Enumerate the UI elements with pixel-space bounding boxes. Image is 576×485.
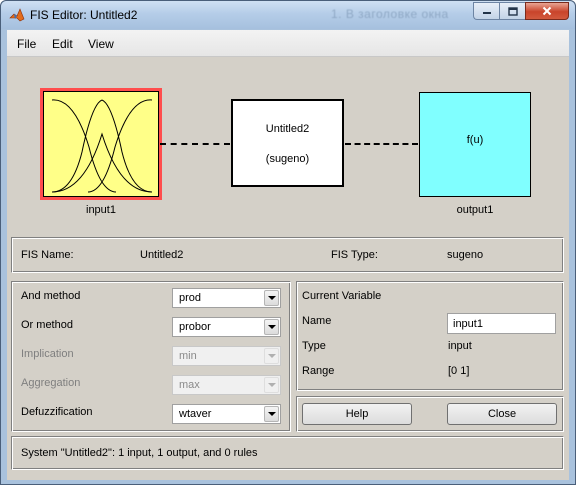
chevron-down-icon: [264, 348, 279, 364]
menu-view[interactable]: View: [88, 37, 114, 51]
minimize-icon: [482, 12, 491, 14]
output-connector: [345, 143, 418, 145]
minimize-button[interactable]: [473, 2, 499, 20]
buttons-panel: Help Close: [296, 396, 564, 432]
system-box[interactable]: Untitled2 (sugeno): [231, 99, 344, 187]
implication-label: Implication: [21, 348, 74, 360]
current-variable-header: Current Variable: [302, 290, 382, 302]
fis-editor-window: FIS Editor: Untitled2 1. В заголовке окн…: [0, 0, 576, 485]
variable-type-value: input: [448, 340, 472, 352]
status-text: System "Untitled2": 1 input, 1 output, a…: [21, 447, 258, 459]
editor-client-area: File Edit View input1 Untitled2 (sugeno): [7, 30, 569, 480]
help-button[interactable]: Help: [302, 403, 412, 425]
variable-name-value: input1: [453, 318, 483, 330]
defuzzification-select[interactable]: wtaver: [172, 404, 281, 424]
aggregation-value: max: [179, 379, 200, 391]
menu-edit[interactable]: Edit: [52, 37, 73, 51]
maximize-icon: [507, 6, 518, 16]
variable-range-value: [0 1]: [448, 365, 470, 377]
close-button[interactable]: Close: [447, 403, 557, 425]
menu-bar: File Edit View: [7, 30, 569, 57]
aggregation-label: Aggregation: [21, 377, 81, 389]
variable-range-label: Range: [302, 365, 335, 377]
and-method-label: And method: [21, 290, 81, 302]
or-method-label: Or method: [21, 319, 73, 331]
title-bar[interactable]: FIS Editor: Untitled2 1. В заголовке окн…: [1, 1, 575, 29]
fis-name-value: Untitled2: [140, 249, 184, 261]
implication-select: min: [172, 346, 281, 366]
window-controls: [473, 2, 569, 20]
window-title: FIS Editor: Untitled2: [30, 8, 138, 22]
or-method-value: probor: [179, 321, 211, 333]
current-variable-panel: Current Variable Name input1 Type input …: [296, 281, 564, 391]
variable-type-label: Type: [302, 340, 326, 352]
matlab-icon: [9, 8, 25, 22]
and-method-select[interactable]: prod: [172, 288, 281, 308]
output-variable-box[interactable]: f(u): [419, 92, 531, 197]
chevron-down-icon: [264, 406, 279, 422]
input-label: input1: [86, 204, 116, 216]
input-connector: [160, 143, 230, 145]
variable-name-label: Name: [302, 315, 332, 327]
system-name: Untitled2: [265, 123, 310, 135]
implication-value: min: [179, 350, 197, 362]
status-panel: System "Untitled2": 1 input, 1 output, a…: [11, 436, 564, 470]
output-label: output1: [456, 204, 494, 216]
fis-diagram: input1 Untitled2 (sugeno) f(u) output1: [7, 58, 569, 258]
or-method-select[interactable]: probor: [172, 317, 281, 337]
input-variable-box[interactable]: [40, 88, 162, 200]
background-window-title: 1. В заголовке окна: [331, 7, 449, 21]
fis-name-label: FIS Name:: [21, 249, 74, 261]
maximize-button[interactable]: [499, 2, 525, 20]
aggregation-select: max: [172, 375, 281, 395]
system-type: (sugeno): [265, 153, 310, 165]
chevron-down-icon: [264, 290, 279, 306]
chevron-down-icon: [264, 377, 279, 393]
fis-info-panel: FIS Name: Untitled2 FIS Type: sugeno: [11, 237, 564, 273]
variable-name-input[interactable]: input1: [447, 313, 556, 334]
fis-type-label: FIS Type:: [331, 249, 378, 261]
menu-file[interactable]: File: [17, 37, 36, 51]
close-icon: [542, 6, 552, 16]
methods-panel: And method prod Or method probor Implica…: [11, 281, 291, 432]
chevron-down-icon: [264, 319, 279, 335]
close-window-button[interactable]: [525, 2, 569, 20]
and-method-value: prod: [179, 292, 202, 304]
fis-type-value: sugeno: [447, 249, 484, 261]
defuzzification-label: Defuzzification: [21, 406, 93, 418]
defuzzification-value: wtaver: [179, 408, 212, 420]
membership-functions-plot: [51, 99, 153, 193]
output-function: f(u): [466, 134, 484, 146]
